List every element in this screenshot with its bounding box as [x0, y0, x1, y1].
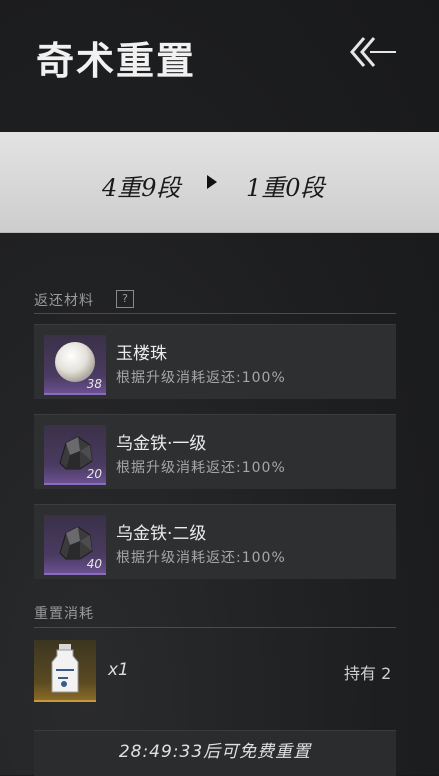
- item-count: 40: [86, 557, 102, 571]
- back-button[interactable]: [346, 30, 398, 74]
- cost-quantity: x1: [108, 660, 129, 680]
- refund-item[interactable]: 40 乌金铁·二级 根据升级消耗返还:100%: [34, 504, 396, 579]
- level-to: 1重0段: [246, 174, 325, 202]
- cost-section-label: 重置消耗: [34, 606, 94, 622]
- level-change-banner: 4重9段 1重0段: [0, 132, 439, 233]
- item-name: 乌金铁·二级: [116, 524, 207, 544]
- refund-item[interactable]: 38 玉楼珠 根据升级消耗返还:100%: [34, 324, 396, 399]
- back-arrow-icon: [350, 37, 396, 67]
- cost-item-thumbnail[interactable]: [34, 640, 96, 702]
- item-thumbnail: 40: [44, 515, 106, 575]
- item-count: 38: [86, 377, 102, 391]
- refund-section-label: 返还材料: [34, 293, 94, 309]
- arrow-right-icon: [207, 175, 217, 189]
- item-thumbnail: 38: [44, 335, 106, 395]
- item-name: 玉楼珠: [116, 344, 167, 364]
- item-desc: 根据升级消耗返还:100%: [116, 460, 286, 476]
- page-title: 奇术重置: [36, 38, 197, 83]
- level-from: 4重9段: [102, 174, 181, 202]
- item-name: 乌金铁·一级: [116, 434, 207, 454]
- help-icon[interactable]: ?: [116, 290, 134, 308]
- item-desc: 根据升级消耗返还:100%: [116, 550, 286, 566]
- item-thumbnail: 20: [44, 425, 106, 485]
- refund-divider: [34, 313, 396, 314]
- owned-count: 持有 2: [344, 664, 392, 683]
- item-count: 20: [86, 467, 102, 481]
- reset-button[interactable]: 28:49:33后可免费重置: [34, 730, 396, 776]
- refund-item[interactable]: 20 乌金铁·一级 根据升级消耗返还:100%: [34, 414, 396, 489]
- potion-bottle-icon: [51, 644, 79, 693]
- cost-divider: [34, 627, 396, 628]
- item-desc: 根据升级消耗返还:100%: [116, 370, 286, 386]
